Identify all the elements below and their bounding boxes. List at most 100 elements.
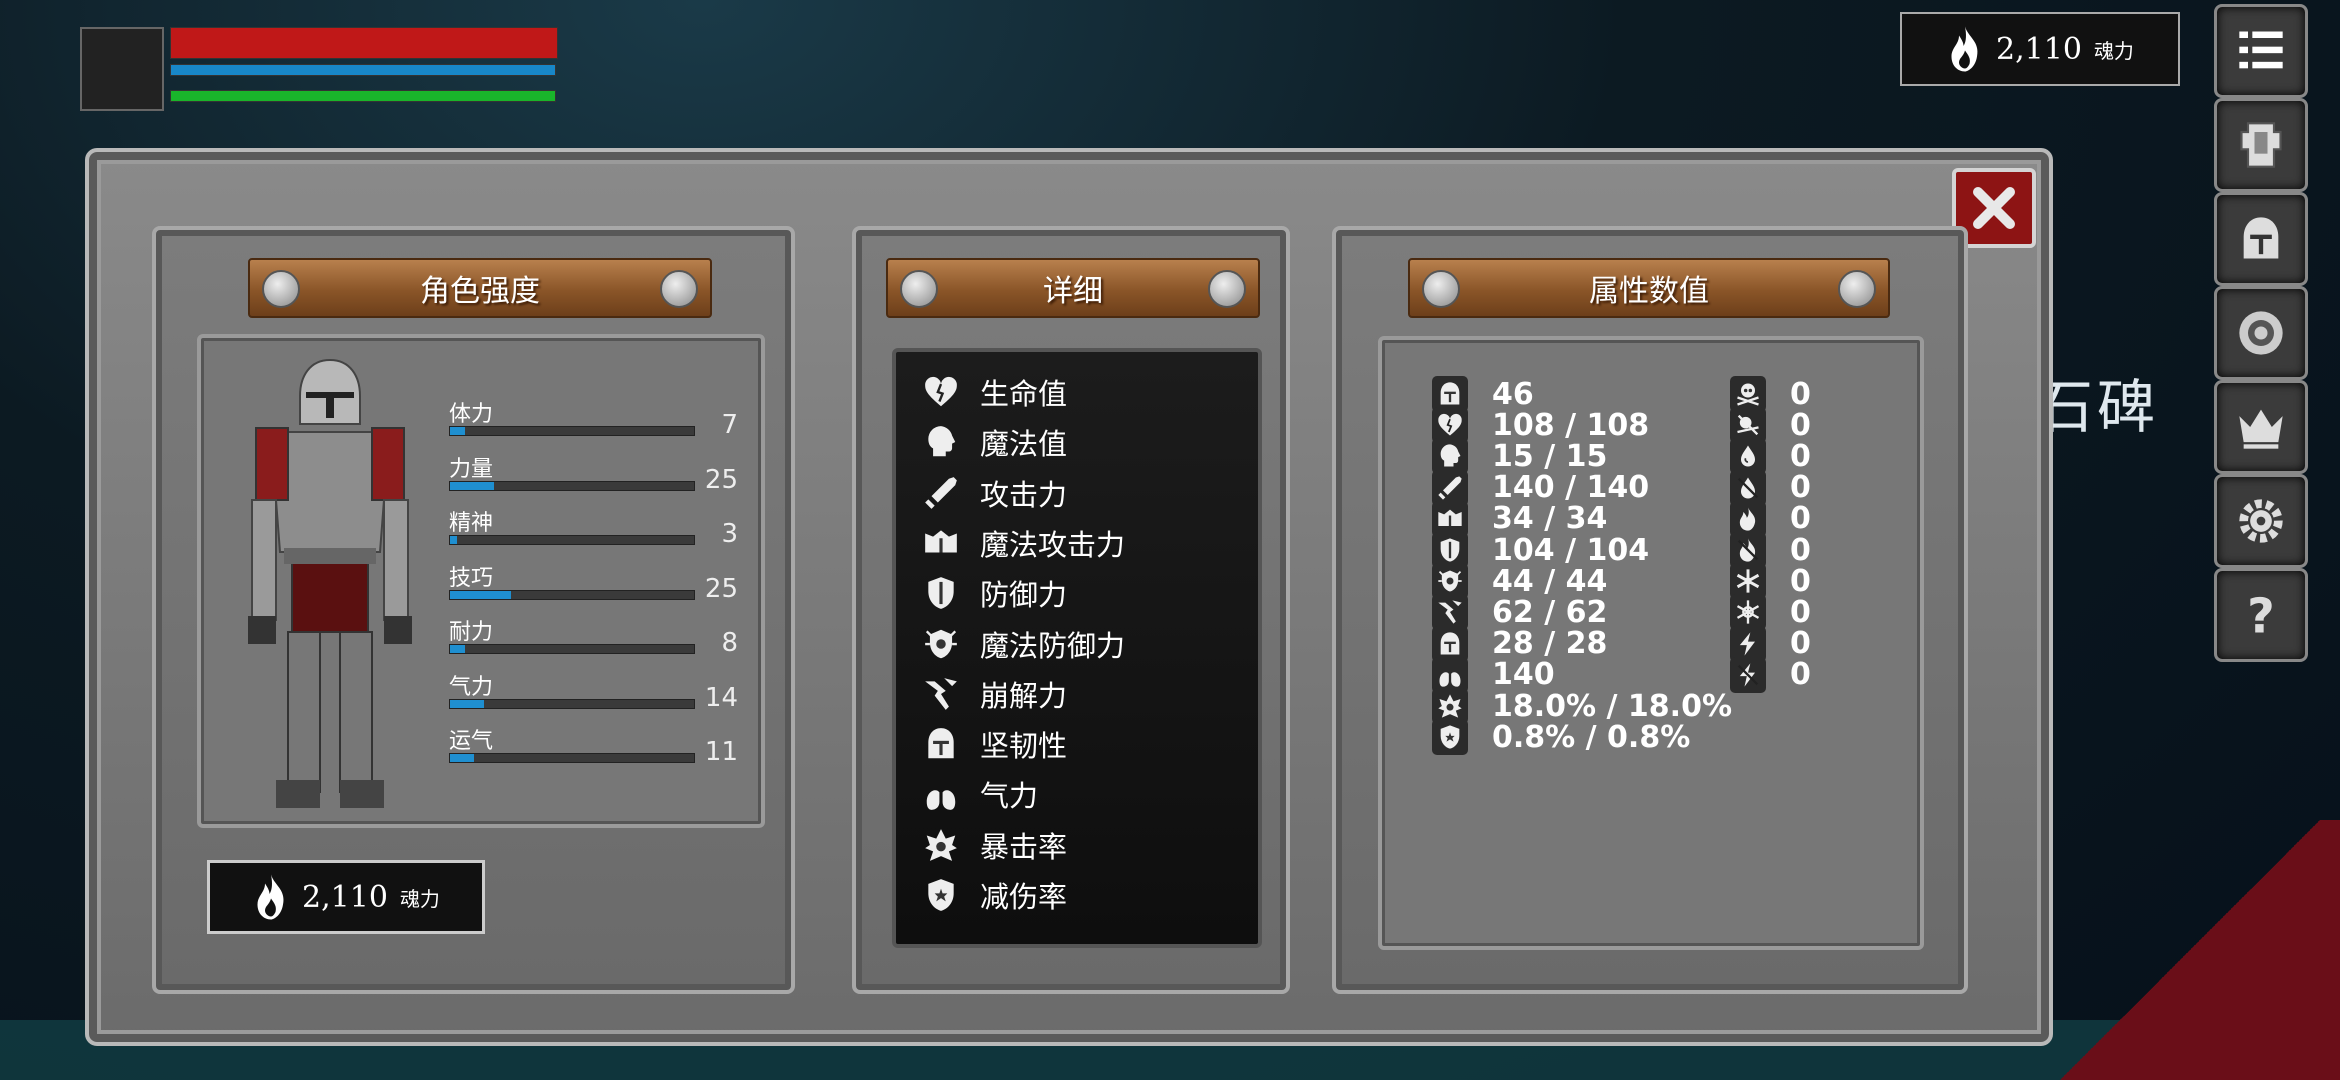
resistance-value: 0 <box>1790 657 1811 693</box>
stat-label: 技巧 <box>449 565 494 591</box>
rivet <box>1422 270 1460 308</box>
background-stone-text: 石碑 <box>2035 373 2160 441</box>
soul-unit: 魂力 <box>2093 38 2134 63</box>
attribute-value: 0.8% / 0.8% <box>1492 719 1691 755</box>
stat-value: 11 <box>704 737 738 767</box>
knight-model <box>248 358 412 808</box>
shield-icon <box>928 577 954 610</box>
detail-row: 暴击率 <box>920 824 1067 866</box>
detail-label: 魔法攻击力 <box>980 527 1126 562</box>
stat-label: 气力 <box>449 674 494 700</box>
break-icon <box>925 677 957 710</box>
crown-icon <box>2239 409 2283 449</box>
detail-row: 防御力 <box>920 572 1067 614</box>
help-button[interactable]: ? <box>2214 568 2308 662</box>
heart-icon <box>925 376 957 407</box>
list-icon <box>2239 31 2283 69</box>
stat-value: 8 <box>721 628 738 658</box>
detail-label: 坚韧性 <box>980 729 1068 764</box>
bleed-res-icon <box>1737 477 1759 499</box>
detail-label: 魔法值 <box>980 427 1068 462</box>
detail-row: 减伤率 <box>920 874 1067 916</box>
stat-bar <box>449 589 695 600</box>
stat-label: 运气 <box>449 729 494 754</box>
rivet <box>262 270 300 308</box>
crit-icon <box>1438 694 1462 718</box>
bleed-icon <box>1741 445 1755 467</box>
detail-label: 防御力 <box>980 578 1068 613</box>
shield-icon <box>1440 538 1460 562</box>
mana-bar <box>170 64 556 76</box>
soul-balance-amount: 2,110 <box>302 879 388 915</box>
rivet <box>660 270 698 308</box>
break-icon <box>1438 600 1462 625</box>
question-icon: ? <box>2247 589 2275 641</box>
detail-title: 详细 <box>1043 274 1103 309</box>
crown-button[interactable] <box>2214 380 2308 474</box>
attribute-header: 属性数值 <box>1408 258 1890 318</box>
detail-label: 攻击力 <box>980 477 1068 512</box>
stat-label: 耐力 <box>449 620 494 645</box>
flame-icon <box>1951 26 1978 72</box>
equipment-button[interactable] <box>2214 98 2308 192</box>
emblem-button[interactable] <box>2214 286 2308 380</box>
rivet <box>1208 270 1246 308</box>
stat-bar <box>449 535 695 545</box>
lightning-icon <box>1739 631 1755 656</box>
stat-bar <box>449 480 695 491</box>
close-icon <box>1973 187 2015 229</box>
detail-label: 减伤率 <box>980 880 1068 914</box>
coin-icon <box>2239 311 2283 355</box>
detail-row: 攻击力 <box>920 472 1067 514</box>
reduction-icon <box>1440 725 1460 749</box>
attribute-row: 0.8% / 0.8% <box>1432 719 1691 756</box>
head-icon <box>1440 444 1461 467</box>
stat-value: 14 <box>704 682 738 713</box>
svg-text:?: ? <box>2247 589 2275 641</box>
settings-button[interactable] <box>2214 474 2308 568</box>
player-portrait <box>80 27 164 111</box>
book-icon <box>1438 509 1462 526</box>
detail-row: 魔法防御力 <box>920 623 1125 665</box>
flame-icon <box>257 874 284 920</box>
stat-label: 精神 <box>449 511 494 536</box>
rivet <box>900 270 938 308</box>
helmet-icon <box>1440 631 1460 655</box>
stat-bar <box>449 426 695 436</box>
fire-icon <box>1739 507 1756 531</box>
lungs-icon <box>1439 664 1461 687</box>
detail-row: 生命值 <box>920 371 1067 413</box>
helmet-icon <box>928 728 954 759</box>
stat-value: 3 <box>721 519 738 549</box>
helmet-icon <box>2243 217 2279 259</box>
fire-res-icon <box>1737 538 1759 562</box>
sword-icon <box>925 476 957 509</box>
detail-row: 坚韧性 <box>920 723 1067 765</box>
main-menu-button[interactable] <box>2214 4 2308 98</box>
stat-value: 7 <box>721 410 738 440</box>
stat-label: 体力 <box>449 402 494 427</box>
frost-icon <box>1736 569 1760 593</box>
head-icon <box>928 426 956 457</box>
health-bar <box>170 27 558 59</box>
sword-icon <box>1438 475 1462 500</box>
soul-amount: 2,110 <box>1996 31 2082 67</box>
stamina-bar <box>170 90 556 102</box>
stat-value: 25 <box>704 464 738 495</box>
detail-row: 崩解力 <box>920 673 1067 715</box>
frost-res-icon <box>1736 600 1760 625</box>
detail-header: 详细 <box>886 258 1260 318</box>
detail-row: 魔法值 <box>920 421 1067 463</box>
detail-label: 暴击率 <box>980 829 1068 864</box>
character-strength-title: 角色强度 <box>420 274 540 309</box>
character-strength-header: 角色强度 <box>248 258 712 318</box>
crit-icon <box>925 828 957 861</box>
stat-bar <box>449 698 695 709</box>
lungs-icon <box>926 780 956 811</box>
detail-label: 魔法防御力 <box>980 628 1126 663</box>
heart-icon <box>1438 414 1462 436</box>
detail-row: 魔法攻击力 <box>920 522 1125 564</box>
magic-shield-icon <box>925 629 957 658</box>
stat-value: 25 <box>704 573 738 604</box>
helmet-button[interactable] <box>2214 192 2308 286</box>
